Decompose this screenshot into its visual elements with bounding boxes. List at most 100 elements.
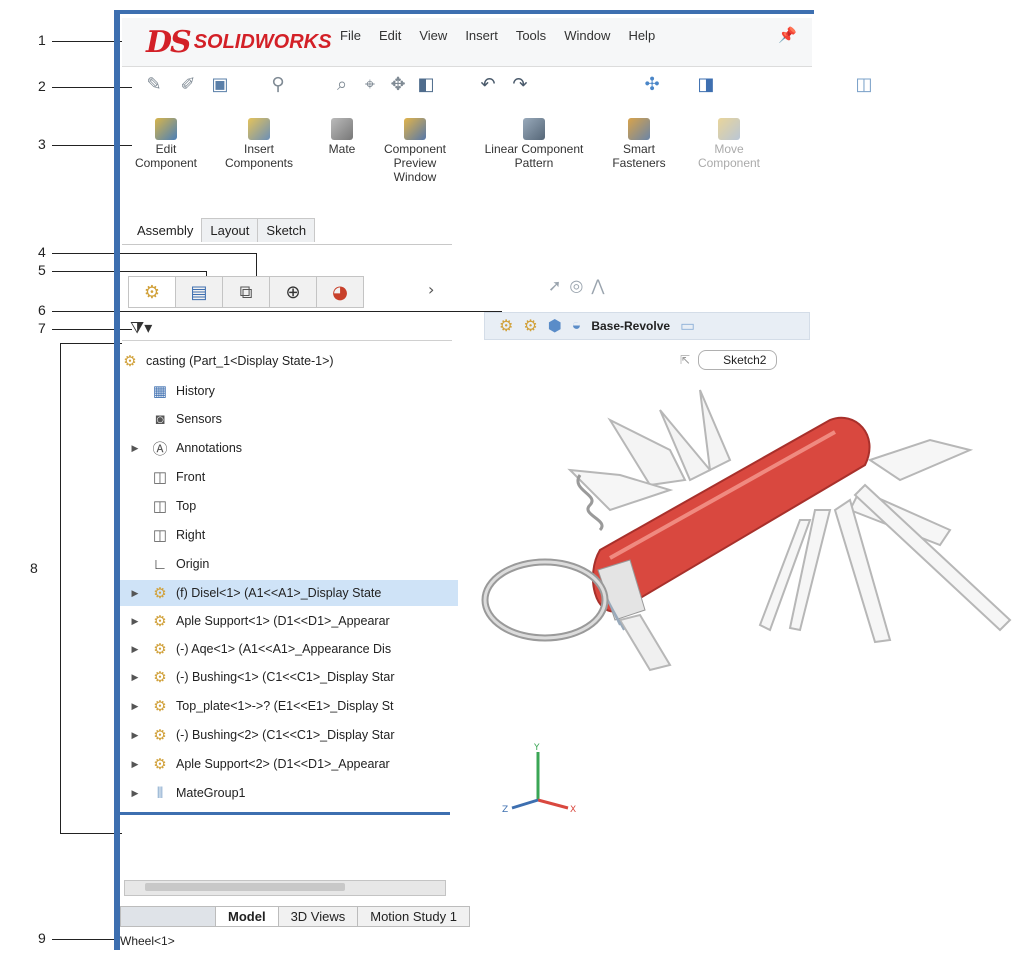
breadcrumb: ⚙ ⚙ ⬢ ◒ Base-Revolve ▭: [484, 312, 810, 340]
cmd-insert-components[interactable]: Insert Components: [222, 118, 296, 170]
appearance-icon[interactable]: ✣: [640, 72, 664, 96]
pin-icon[interactable]: 📌: [778, 26, 797, 44]
revolve-icon[interactable]: ◒: [572, 317, 582, 335]
model-viewport[interactable]: [470, 380, 1018, 720]
callout-3-line: [52, 145, 132, 146]
expand-arrow-icon[interactable]: ▶: [128, 588, 142, 599]
rollback-bar[interactable]: [120, 812, 450, 815]
hide-show-icon[interactable]: ◫: [852, 72, 876, 96]
part-icon: ⚙: [153, 585, 167, 602]
featuremanager-tab[interactable]: ⚙: [128, 276, 176, 308]
cmd-edit-component-label: Edit Component: [134, 142, 198, 170]
callout-4: 4: [38, 244, 46, 260]
callout-8-top: [60, 343, 122, 344]
tree-item-annotations[interactable]: ▶ Ⓐ Annotations: [120, 435, 458, 461]
expand-arrow-icon[interactable]: ▶: [128, 672, 142, 683]
tab-motion-study[interactable]: Motion Study 1: [357, 906, 470, 927]
tree-item-component[interactable]: ▶ ⚙ (-) Bushing<2> (C1<<C1>_Display Star: [120, 722, 458, 748]
part-icon[interactable]: ⚙: [523, 316, 537, 336]
rebuild-icon[interactable]: ✎: [142, 72, 166, 96]
cmd-edit-component[interactable]: Edit Component: [130, 118, 202, 170]
tree-item-component[interactable]: ▶ ⚙ Top_plate<1>->? (E1<<E1>_Display St: [120, 693, 458, 719]
expand-arrow-icon[interactable]: ▶: [128, 644, 142, 655]
view-orientation-icon[interactable]: ◧: [414, 72, 438, 96]
expand-arrow-icon[interactable]: ▶: [128, 616, 142, 627]
tree-item-component[interactable]: ▶ ⚙ (-) Bushing<1> (C1<<C1>_Display Star: [120, 664, 458, 690]
zoom-icon[interactable]: ⌕: [330, 72, 354, 96]
target-icon[interactable]: ◎: [569, 276, 583, 295]
sketch-chip: ⇱ Sketch2: [680, 350, 778, 370]
menu-file[interactable]: File: [340, 28, 361, 43]
sketch-tool-icon[interactable]: ⋀: [591, 276, 604, 295]
expand-arrow-icon[interactable]: ▶: [128, 443, 142, 454]
dimxpertmanager-tab[interactable]: ⊕: [269, 276, 317, 308]
cmd-component-preview[interactable]: Component Preview Window: [374, 118, 456, 184]
part-icon: ⚙: [153, 756, 167, 773]
cmd-smart-fasteners[interactable]: Smart Fasteners: [604, 118, 674, 170]
menu-help[interactable]: Help: [628, 28, 655, 43]
cmd-linear-pattern[interactable]: Linear Component Pattern: [466, 118, 602, 170]
displaymanager-tab[interactable]: ◕: [316, 276, 364, 308]
section-view-icon[interactable]: ◨: [694, 72, 718, 96]
cmd-move-component[interactable]: Move Component: [686, 118, 772, 170]
tree-item-right[interactable]: ◫ Right: [120, 522, 480, 548]
face-icon[interactable]: ▭: [680, 316, 695, 336]
status-text: Wheel<1>: [120, 934, 175, 948]
configurationmanager-tab[interactable]: ⧉: [222, 276, 270, 308]
part-icon: ⚙: [153, 613, 167, 630]
scrollbar-thumb[interactable]: [145, 883, 345, 891]
cmd-component-preview-label: Component Preview Window: [383, 142, 447, 184]
tree-item-top[interactable]: ◫ Top: [120, 493, 480, 519]
tab-model[interactable]: Model: [215, 906, 279, 927]
cursor-icon: ⇱: [680, 353, 691, 367]
sketch-chip-label[interactable]: Sketch2: [698, 350, 778, 370]
menu-view[interactable]: View: [419, 28, 447, 43]
expand-arrow-icon[interactable]: ▶: [128, 701, 142, 712]
edit-icon[interactable]: ✐: [176, 72, 200, 96]
tab-sketch[interactable]: Sketch: [257, 218, 316, 242]
tab-3d-views[interactable]: 3D Views: [277, 906, 359, 927]
y-axis-label: Y: [533, 743, 540, 753]
wand-icon[interactable]: ⚲: [266, 72, 290, 96]
tree-item-component[interactable]: ▶ ⚙ Aple Support<1> (D1<<D1>_Appearar: [120, 608, 458, 634]
undo-icon[interactable]: ↶: [476, 72, 500, 96]
window-frame-top: [114, 10, 814, 14]
expand-arrow-icon[interactable]: ▶: [128, 788, 142, 799]
select-icon[interactable]: ➚: [548, 276, 561, 295]
status-bar: Wheel<1>: [120, 930, 820, 952]
tree-item-component[interactable]: ▶ ⚙ Aple Support<2> (D1<<D1>_Appearar: [120, 751, 458, 777]
tab-assembly[interactable]: Assembly: [128, 218, 203, 242]
chevron-right-icon[interactable]: ›: [428, 280, 434, 299]
expand-arrow-icon[interactable]: ▶: [128, 759, 142, 770]
propertymanager-tab[interactable]: ▤: [175, 276, 223, 308]
pan-icon[interactable]: ✥: [386, 72, 410, 96]
logo-text: SOLIDWORKS: [193, 30, 332, 53]
tree-item-component[interactable]: ▶ ⚙ (-) Aqe<1> (A1<<A1>_Appearance Dis: [120, 636, 458, 662]
key-ring: [481, 558, 609, 642]
part-icon: ⚙: [153, 641, 167, 658]
menu-edit[interactable]: Edit: [379, 28, 401, 43]
tree-item-sensors[interactable]: ◙ Sensors: [120, 406, 480, 432]
horizontal-scrollbar[interactable]: [124, 880, 446, 896]
assembly-icon[interactable]: ⚙: [499, 316, 513, 336]
breadcrumb-item[interactable]: Base-Revolve: [591, 319, 670, 333]
menu-insert[interactable]: Insert: [465, 28, 498, 43]
menu-items: File Edit View Insert Tools Window Help: [340, 28, 655, 43]
tree-item-component[interactable]: ▶ ⚙ (f) Disel<1> (A1<<A1>_Display State: [120, 580, 458, 606]
zoom-area-icon[interactable]: ⌖: [358, 72, 382, 96]
cmd-mate[interactable]: Mate: [322, 118, 362, 156]
tree-item-front[interactable]: ◫ Front: [120, 464, 480, 490]
tree-root[interactable]: ⚙ casting (Part_1<Display State-1>): [120, 348, 450, 374]
expand-arrow-icon[interactable]: ▶: [128, 730, 142, 741]
menu-tools[interactable]: Tools: [516, 28, 546, 43]
tree-item-mategroup[interactable]: ▶ ⫴ MateGroup1: [120, 780, 458, 806]
menu-window[interactable]: Window: [564, 28, 610, 43]
display-icon[interactable]: ▣: [208, 72, 232, 96]
tab-layout[interactable]: Layout: [201, 218, 259, 242]
redo-icon[interactable]: ↷: [508, 72, 532, 96]
body-icon[interactable]: ⬢: [548, 316, 562, 336]
tree-item-history[interactable]: ▦ History: [120, 378, 480, 404]
propertymanager-icon: ▤: [190, 281, 208, 303]
filter-icon[interactable]: ⧩▾: [130, 318, 152, 338]
tree-item-origin[interactable]: ∟ Origin: [120, 551, 480, 577]
